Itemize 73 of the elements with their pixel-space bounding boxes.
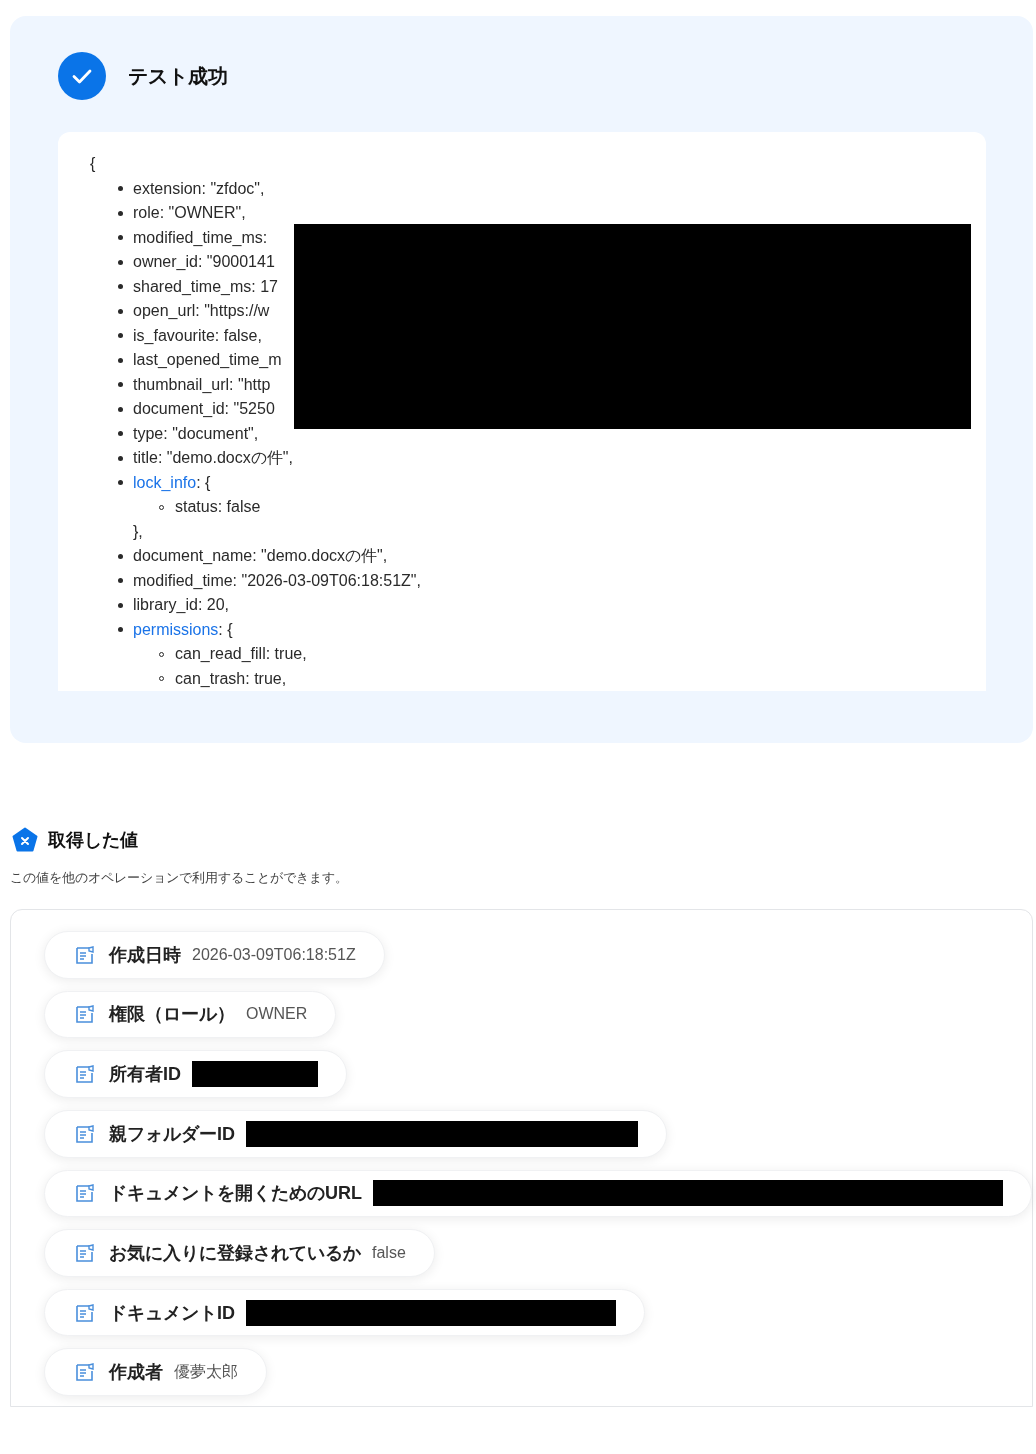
bullet-icon — [118, 455, 123, 461]
bullet-icon — [118, 382, 123, 388]
code-line: type: "document", — [133, 423, 259, 444]
value-label: 所有者ID — [109, 1063, 181, 1087]
object-key[interactable]: permissions — [133, 617, 219, 642]
value-text: 2026-03-09T06:18:51Z — [192, 945, 356, 964]
code-line: { — [90, 154, 97, 174]
code-line: is_favourite: false, — [133, 325, 262, 346]
document-icon — [75, 1064, 95, 1085]
result-title: テスト成功 — [128, 63, 228, 89]
document-icon — [75, 1302, 95, 1323]
code-line: shared_time_ms: 17 — [133, 276, 278, 297]
value-chip[interactable]: 作成日時 2026-03-09T06:18:51Z — [44, 931, 385, 979]
value-chip[interactable]: 権限（ロール） OWNER — [44, 990, 337, 1039]
code-line: : { — [218, 619, 233, 640]
code-line: modified_time_ms: — [133, 227, 268, 248]
code-line: modified_time: "2026-03-09T06:18:51Z", — [133, 570, 421, 591]
code-line: can_read_fill: true, — [175, 644, 307, 664]
document-icon — [75, 1183, 95, 1204]
code-line: extension: "zfdoc", — [133, 178, 265, 199]
bullet-icon — [118, 627, 123, 633]
code-line: document_id: "5250 — [133, 399, 275, 419]
bullet-icon — [118, 186, 123, 192]
value-chip[interactable]: ドキュメントを開くためのURL — [44, 1169, 1032, 1218]
variable-icon — [12, 827, 38, 853]
document-icon — [75, 1004, 95, 1025]
bullet-icon — [118, 284, 123, 290]
document-icon — [75, 944, 95, 965]
value-label: ドキュメントを開くためのURL — [109, 1182, 362, 1206]
bullet-icon — [118, 333, 123, 339]
value-label: 作成日時 — [109, 943, 181, 967]
value-chip[interactable]: ドキュメントID — [44, 1288, 645, 1337]
value-label: 権限（ロール） — [109, 1003, 235, 1027]
bullet-icon — [118, 602, 123, 608]
code-line: open_url: "https://w — [133, 301, 270, 321]
object-key[interactable]: lock_info — [133, 470, 197, 495]
value-chip[interactable]: 所有者ID — [44, 1050, 347, 1098]
code-line: status: false — [175, 497, 261, 517]
bullet-icon — [118, 235, 123, 241]
value-text: OWNER — [246, 1005, 308, 1024]
code-line: role: "OWNER", — [133, 203, 246, 223]
bullet-icon — [118, 431, 123, 437]
code-line: }, — [132, 521, 144, 542]
code-line: can_trash: true, — [175, 668, 287, 689]
code-line: document_name: "demo.docxの件", — [133, 546, 388, 566]
document-icon — [75, 1123, 95, 1144]
bullet-icon — [118, 578, 123, 584]
bullet-icon — [118, 210, 123, 216]
value-chip[interactable]: お気に入りに登録されているか false — [44, 1229, 435, 1277]
code-line: library_id: 20, — [133, 595, 230, 615]
bullet-icon — [118, 259, 123, 265]
value-chip[interactable]: 作成者 優夢太郎 — [44, 1348, 267, 1396]
bullet-icon — [118, 480, 123, 486]
bullet-icon — [118, 406, 123, 412]
bullet-icon — [118, 553, 123, 559]
code-line: : { — [196, 472, 211, 493]
section-title: 取得した値 — [48, 829, 138, 852]
value-chip[interactable]: 親フォルダーID — [44, 1109, 667, 1158]
code-line: thumbnail_url: "http — [133, 374, 271, 395]
value-label: ドキュメントID — [109, 1301, 235, 1325]
code-line: owner_id: "9000141 — [133, 252, 275, 272]
value-text: 優夢太郎 — [174, 1361, 238, 1382]
bullet-icon — [118, 357, 123, 363]
document-icon — [75, 1362, 95, 1383]
bullet-icon — [118, 308, 123, 314]
section-description: この値を他のオペレーションで利用することができます。 — [10, 869, 349, 887]
value-text: false — [372, 1243, 406, 1262]
document-icon — [75, 1242, 95, 1263]
value-label: お気に入りに登録されているか — [109, 1241, 361, 1265]
value-label: 親フォルダーID — [109, 1122, 235, 1146]
value-label: 作成者 — [109, 1361, 163, 1385]
code-line: last_opened_time_m — [133, 350, 282, 370]
code-line: title: "demo.docxの件", — [133, 448, 293, 468]
